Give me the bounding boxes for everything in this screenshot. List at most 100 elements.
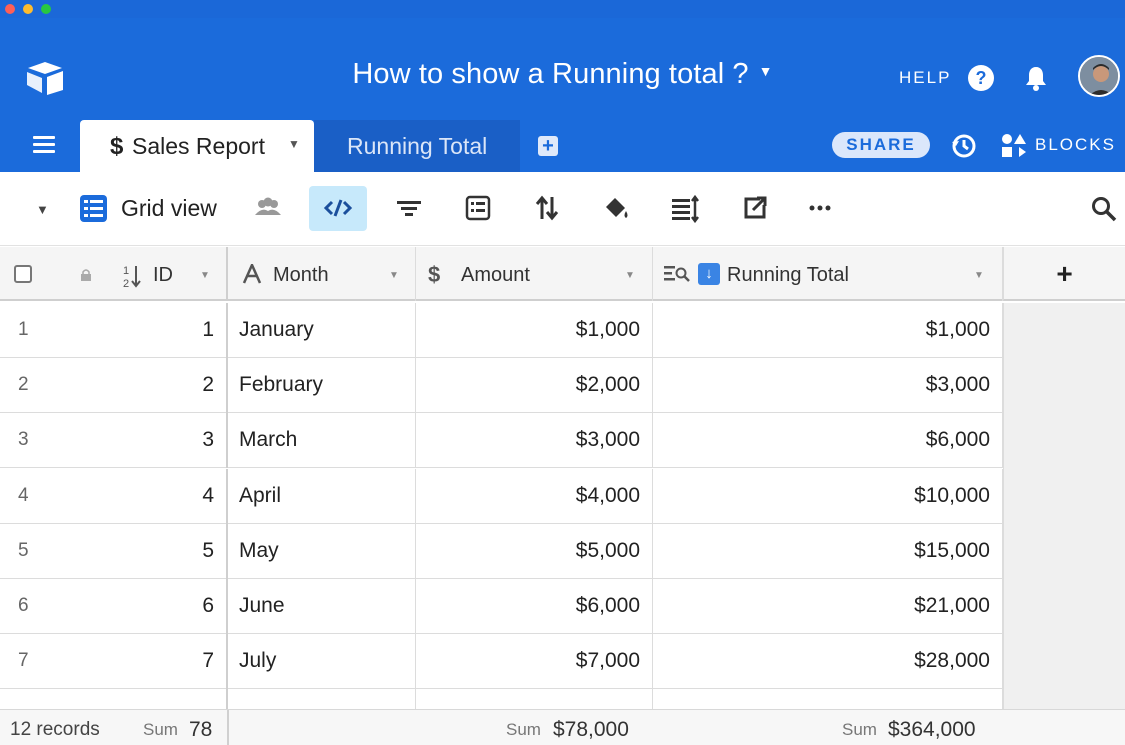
cell-amount[interactable]: $7,000 [416,634,653,690]
row-number: 3 [18,429,29,451]
minimize-window-button[interactable] [23,4,33,14]
help-icon[interactable]: ? [968,65,994,91]
blocks-label[interactable]: BLOCKS [1035,135,1116,155]
table-row[interactable]: 6 June $6,000 $21,000 6 [0,579,1003,634]
cell-month[interactable]: May [228,523,416,579]
cell-id[interactable]: 2 [0,358,228,414]
base-title-text: How to show a Running total ? [352,58,749,90]
text-field-icon [242,264,262,284]
column-header-row: 1 2 ID ▼ Month ▼ $ Amount ▼ ↓ Running To… [0,247,1003,301]
cell-amount[interactable]: $5,000 [416,523,653,579]
records-grid: 1 2 ID ▼ Month ▼ $ Amount ▼ ↓ Running To… [0,247,1125,745]
svg-text:2: 2 [123,278,129,289]
svg-text:$: $ [428,262,440,286]
column-header-id[interactable]: 1 2 ID ▼ [0,247,228,301]
avatar[interactable] [1078,55,1120,97]
cell-amount[interactable]: $4,000 [416,468,653,524]
base-title[interactable]: How to show a Running total ? ▼ [0,58,1125,91]
table-row[interactable]: 1 January $1,000 $1,000 1 [0,303,1003,358]
cell-amount[interactable]: $2,000 [416,358,653,414]
running-sum-label[interactable]: Sum [842,720,877,740]
autonumber-icon: 1 2 [123,265,141,289]
running-sum-value: $364,000 [888,718,976,741]
cell-id[interactable]: 7 [0,634,228,690]
column-header-label: Amount [461,264,530,286]
chevron-down-icon[interactable]: ▼ [288,137,300,151]
add-table-icon[interactable]: + [538,136,558,156]
cell-id[interactable]: 6 [0,579,228,634]
cell-month[interactable]: July [228,634,416,690]
amount-sum-value: $78,000 [553,718,629,741]
tab-sales-report[interactable]: $ Sales Report ▼ [80,120,314,172]
row-number: 7 [18,650,29,672]
user-avatar-icon [1080,57,1118,95]
search-icon[interactable] [1091,196,1117,222]
group-icon[interactable] [463,193,493,223]
svg-text:1: 1 [123,265,129,277]
cell-month[interactable]: March [228,413,416,469]
code-icon[interactable] [323,193,353,223]
cell-running-total[interactable]: $21,000 [653,579,1003,634]
cell-month[interactable]: June [228,579,416,634]
cell-id[interactable]: 4 [0,468,228,524]
cell-id[interactable]: 3 [0,413,228,469]
window-titlebar [0,0,1125,18]
cell-running-total[interactable]: $1,000 [653,303,1003,358]
table-tabs-bar: $ Sales Report ▼ Running Total + SHARE B… [0,120,1125,172]
sort-icon[interactable] [532,193,562,223]
dollar-icon: $ [110,133,124,160]
record-count: 12 records [10,719,100,740]
close-window-button[interactable] [5,4,15,14]
chevron-down-icon[interactable]: ▼ [625,270,635,281]
tab-label: Running Total [347,133,488,159]
column-header-amount[interactable]: $ Amount ▼ [416,247,653,301]
color-icon[interactable] [601,193,631,223]
add-field-button[interactable]: + [1003,247,1125,301]
share-view-icon[interactable] [740,193,770,223]
cell-running-total[interactable]: $28,000 [653,634,1003,690]
table-row[interactable]: 4 April $4,000 $10,000 4 [0,468,1003,524]
zoom-window-button[interactable] [41,4,51,14]
history-icon[interactable] [951,133,977,159]
help-label[interactable]: HELP [899,68,951,88]
column-header-month[interactable]: Month ▼ [228,247,416,301]
cell-month[interactable]: January [228,303,416,358]
cell-running-total[interactable]: $6,000 [653,413,1003,469]
cell-running-total[interactable]: $15,000 [653,523,1003,579]
table-row[interactable]: 7 July $7,000 $28,000 7 [0,634,1003,690]
blocks-icon[interactable] [1001,133,1027,159]
chevron-down-icon[interactable]: ▼ [759,63,773,79]
row-height-icon[interactable] [670,193,700,223]
filter-icon[interactable] [394,193,424,223]
cell-amount[interactable]: $3,000 [416,413,653,469]
collaborators-icon[interactable] [253,193,283,223]
cell-id[interactable]: 1 [0,303,228,358]
table-row[interactable]: 2 February $2,000 $3,000 2 [0,358,1003,414]
chevron-down-icon[interactable]: ▼ [200,270,210,281]
chevron-down-icon[interactable]: ▼ [36,202,49,217]
cell-id[interactable]: 5 [0,523,228,579]
more-icon[interactable] [805,193,835,223]
cell-amount[interactable]: $6,000 [416,579,653,634]
cell-month[interactable]: April [228,468,416,524]
table-row[interactable]: 3 March $3,000 $6,000 3 [0,413,1003,469]
down-arrow-emoji-icon: ↓ [698,263,720,285]
cell-amount[interactable]: $1,000 [416,303,653,358]
id-sum-label[interactable]: Sum [143,720,178,740]
cell-running-total[interactable]: $10,000 [653,468,1003,524]
share-button[interactable]: SHARE [832,132,930,158]
grid-view-icon[interactable] [80,195,107,222]
table-row[interactable]: 5 May $5,000 $15,000 5 [0,523,1003,579]
column-header-running-total[interactable]: ↓ Running Total ▼ [653,247,1003,301]
select-all-checkbox[interactable] [14,265,32,283]
amount-sum-label[interactable]: Sum [506,720,541,740]
chevron-down-icon[interactable]: ▼ [389,270,399,281]
chevron-down-icon[interactable]: ▼ [974,270,984,281]
empty-grid-area [1003,303,1125,713]
tab-running-total[interactable]: Running Total [314,120,520,172]
cell-running-total[interactable]: $3,000 [653,358,1003,414]
view-name[interactable]: Grid view [121,195,217,222]
bell-icon[interactable] [1024,65,1048,91]
menu-icon[interactable] [33,136,55,154]
cell-month[interactable]: February [228,358,416,414]
